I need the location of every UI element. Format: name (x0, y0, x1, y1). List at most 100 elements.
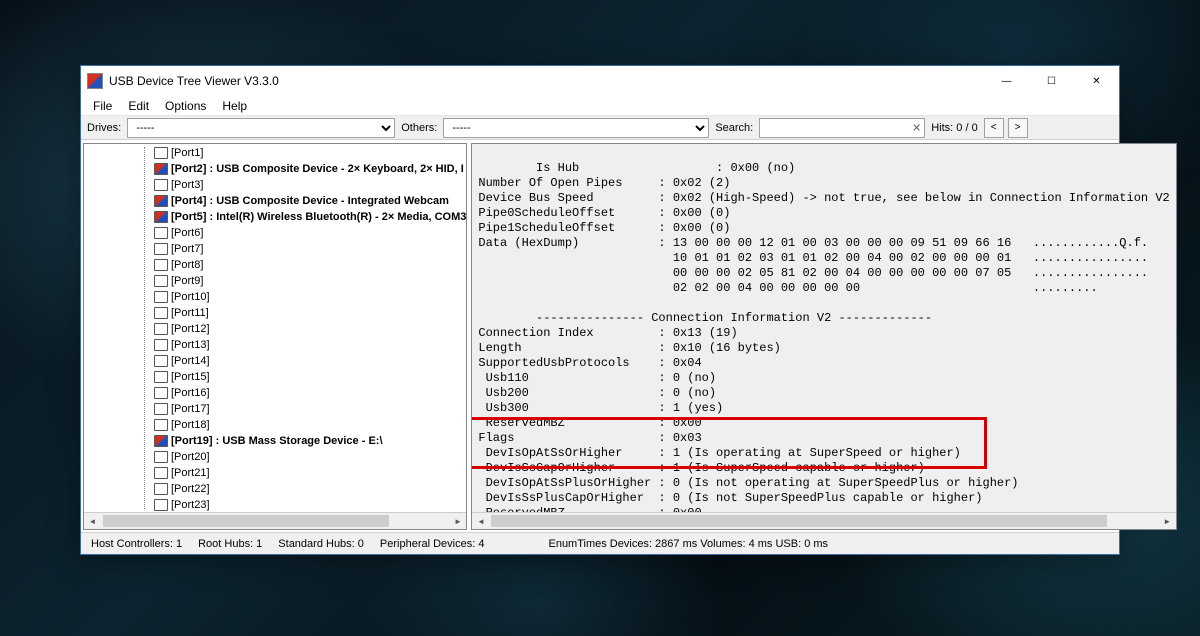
detail-scroll-thumb[interactable] (491, 515, 1107, 527)
menu-file[interactable]: File (85, 97, 120, 115)
tree-item-port15[interactable]: [Port15] (154, 369, 466, 385)
menu-edit[interactable]: Edit (120, 97, 157, 115)
tree-item-port9[interactable]: [Port9] (154, 273, 466, 289)
detail-text[interactable]: Is Hub : 0x00 (no) Number Of Open Pipes … (472, 144, 1175, 512)
content-area: [Port1] [Port2] : USB Composite Device - … (81, 140, 1119, 532)
usb-port-icon (154, 211, 168, 223)
tree-panel: [Port1] [Port2] : USB Composite Device - … (83, 143, 467, 530)
prev-hit-button[interactable]: < (984, 118, 1004, 138)
tree-item-port6[interactable]: [Port6] (154, 225, 466, 241)
maximize-button[interactable]: ☐ (1029, 66, 1074, 96)
tree-item-label: [Port15] (171, 371, 210, 383)
tree-item-label: [Port11] (171, 307, 209, 319)
toolbar: Drives: ----- Others: ----- Search: ✕ Hi… (81, 116, 1119, 140)
tree-item-port17[interactable]: [Port17] (154, 401, 466, 417)
tree-scroll-thumb[interactable] (103, 515, 389, 527)
status-enumtimes: EnumTimes Devices: 2867 ms Volumes: 4 ms… (544, 538, 832, 550)
tree-hscrollbar[interactable]: ◄ ► (84, 512, 466, 529)
detail-hscrollbar[interactable]: ◄ ► (472, 512, 1175, 529)
tree-item-port3[interactable]: [Port3] (154, 177, 466, 193)
status-bar: Host Controllers: 1 Root Hubs: 1 Standar… (81, 532, 1119, 554)
tree-item-port4[interactable]: [Port4] : USB Composite Device - Integra… (154, 193, 466, 209)
tree-item-port16[interactable]: [Port16] (154, 385, 466, 401)
usb-port-icon (154, 259, 168, 271)
tree-item-port1[interactable]: [Port1] (154, 145, 466, 161)
tree-item-label: [Port5] : Intel(R) Wireless Bluetooth(R)… (171, 211, 466, 223)
tree-item-port5[interactable]: [Port5] : Intel(R) Wireless Bluetooth(R)… (154, 209, 466, 225)
usb-port-icon (154, 387, 168, 399)
menu-options[interactable]: Options (157, 97, 214, 115)
usb-port-icon (154, 403, 168, 415)
usb-port-icon (154, 419, 168, 431)
tree-item-port7[interactable]: [Port7] (154, 241, 466, 257)
usb-port-icon (154, 467, 168, 479)
tree-item-port22[interactable]: [Port22] (154, 481, 466, 497)
tree-item-label: [Port19] : USB Mass Storage Device - E:\ (171, 435, 383, 447)
tree-item-label: [Port8] (171, 259, 203, 271)
clear-search-icon[interactable]: ✕ (912, 121, 921, 134)
tree-item-label: [Port7] (171, 243, 203, 255)
tree-item-port2[interactable]: [Port2] : USB Composite Device - 2× Keyb… (154, 161, 466, 177)
tree-item-label: [Port9] (171, 275, 203, 287)
tree-item-label: [Port14] (171, 355, 210, 367)
usb-port-icon (154, 323, 168, 335)
menu-bar: File Edit Options Help (81, 96, 1119, 116)
usb-port-icon (154, 371, 168, 383)
tree-item-port11[interactable]: [Port11] (154, 305, 466, 321)
highlight-box (472, 417, 987, 469)
next-hit-button[interactable]: > (1008, 118, 1028, 138)
scroll-right-icon[interactable]: ► (449, 513, 466, 529)
tree-item-label: [Port18] (171, 419, 210, 431)
usb-port-icon (154, 483, 168, 495)
usb-port-icon (154, 451, 168, 463)
tree-item-port19[interactable]: [Port19] : USB Mass Storage Device - E:\ (154, 433, 466, 449)
tree-guide-line (144, 147, 145, 509)
tree-item-port21[interactable]: [Port21] (154, 465, 466, 481)
title-bar[interactable]: USB Device Tree Viewer V3.3.0 — ☐ ✕ (81, 66, 1119, 96)
usb-port-icon (154, 499, 168, 511)
scroll-left-icon[interactable]: ◄ (84, 513, 101, 529)
close-button[interactable]: ✕ (1074, 66, 1119, 96)
tree-item-label: [Port17] (171, 403, 210, 415)
tree-item-port12[interactable]: [Port12] (154, 321, 466, 337)
tree-item-port18[interactable]: [Port18] (154, 417, 466, 433)
others-label: Others: (399, 122, 439, 134)
tree-item-port10[interactable]: [Port10] (154, 289, 466, 305)
tree-item-label: [Port2] : USB Composite Device - 2× Keyb… (171, 163, 464, 175)
drives-select[interactable]: ----- (127, 118, 395, 138)
scroll-left-icon[interactable]: ◄ (472, 513, 489, 529)
usb-port-icon (154, 355, 168, 367)
tree-item-label: [Port20] (171, 451, 210, 463)
minimize-button[interactable]: — (984, 66, 1029, 96)
usb-port-icon (154, 179, 168, 191)
tree-item-port14[interactable]: [Port14] (154, 353, 466, 369)
status-standard-hubs: Standard Hubs: 0 (274, 538, 368, 550)
status-root-hubs: Root Hubs: 1 (194, 538, 266, 550)
drives-label: Drives: (85, 122, 123, 134)
usb-port-icon (154, 291, 168, 303)
tree-item-label: [Port16] (171, 387, 210, 399)
scroll-right-icon[interactable]: ► (1159, 513, 1176, 529)
tree-item-port23[interactable]: [Port23] (154, 497, 466, 512)
status-host-controllers: Host Controllers: 1 (87, 538, 186, 550)
menu-help[interactable]: Help (214, 97, 255, 115)
tree-item-port20[interactable]: [Port20] (154, 449, 466, 465)
hits-label: Hits: 0 / 0 (929, 122, 979, 134)
usb-port-icon (154, 275, 168, 287)
usb-port-icon (154, 227, 168, 239)
tree-item-label: [Port1] (171, 147, 203, 159)
others-select[interactable]: ----- (443, 118, 709, 138)
tree-item-port13[interactable]: [Port13] (154, 337, 466, 353)
search-label: Search: (713, 122, 755, 134)
tree-item-label: [Port12] (171, 323, 210, 335)
usb-port-icon (154, 195, 168, 207)
search-input[interactable] (759, 118, 925, 138)
tree-item-label: [Port4] : USB Composite Device - Integra… (171, 195, 449, 207)
usb-port-icon (154, 307, 168, 319)
device-tree[interactable]: [Port1] [Port2] : USB Composite Device - … (84, 144, 466, 512)
usb-port-icon (154, 147, 168, 159)
usb-port-icon (154, 163, 168, 175)
tree-item-port8[interactable]: [Port8] (154, 257, 466, 273)
app-icon (87, 73, 103, 89)
tree-item-label: [Port3] (171, 179, 203, 191)
